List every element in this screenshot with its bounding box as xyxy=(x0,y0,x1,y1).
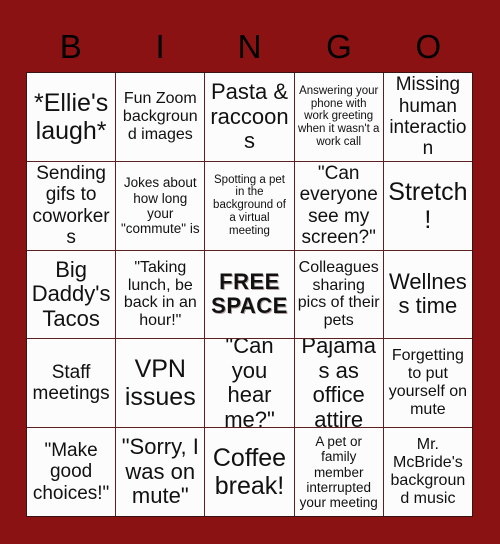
bingo-cell-label: Staff meetings xyxy=(32,362,110,405)
bingo-cell-label: *Ellie's laugh* xyxy=(33,88,109,145)
bingo-cell-label: Missing human interaction xyxy=(389,74,467,160)
bingo-header-letter-i: I xyxy=(155,27,165,65)
bingo-cell[interactable]: Sending gifs to coworkers xyxy=(27,161,116,250)
bingo-cell-label: Jokes about how long your "commute" is xyxy=(120,175,200,236)
bingo-cell[interactable]: Staff meetings xyxy=(27,339,116,428)
bingo-cell-label: Pajamas as office attire xyxy=(301,339,376,428)
bingo-cell[interactable]: Missing human interaction xyxy=(383,73,472,161)
bingo-cell-label: Spotting a pet in the background of a vi… xyxy=(213,173,286,238)
bingo-cell[interactable]: "Sorry, I was on mute" xyxy=(116,428,205,516)
bingo-cell[interactable]: Stretch! xyxy=(383,161,472,250)
bingo-cell-label: Sending gifs to coworkers xyxy=(32,163,110,248)
bingo-cell[interactable]: "Taking lunch, be back in an hour!" xyxy=(116,250,205,339)
bingo-cell[interactable]: VPN issues xyxy=(116,339,205,428)
bingo-cell-label: "Can everyone see my screen?" xyxy=(299,163,378,248)
bingo-cell-label: Coffee break! xyxy=(212,444,287,501)
bingo-cell[interactable]: Spotting a pet in the background of a vi… xyxy=(205,161,294,250)
bingo-header-letter-n: N xyxy=(237,27,262,65)
bingo-cell-label: "Sorry, I was on mute" xyxy=(121,434,199,509)
bingo-cell-label: FREE SPACE xyxy=(211,268,288,319)
bingo-cell[interactable]: "Can everyone see my screen?" xyxy=(294,161,383,250)
bingo-cell-label: Fun Zoom background images xyxy=(122,90,198,143)
bingo-header-letter-o: O xyxy=(415,27,442,65)
bingo-cell-label: Wellness time xyxy=(388,268,467,319)
bingo-cell[interactable]: A pet or family member interrupted your … xyxy=(294,428,383,516)
bingo-cell-label: Stretch! xyxy=(388,177,468,234)
bingo-cell[interactable]: "Make good choices!" xyxy=(27,428,116,516)
bingo-cell-label: Big Daddy's Tacos xyxy=(31,256,111,331)
bingo-cell[interactable]: Colleagues sharing pics of their pets xyxy=(294,250,383,339)
bingo-header-letter-g: G xyxy=(326,27,352,65)
bingo-cell[interactable]: Fun Zoom background images xyxy=(116,73,205,161)
bingo-cell-free-space[interactable]: FREE SPACE xyxy=(205,250,294,339)
bingo-cell-label: Mr. McBride's background music xyxy=(390,436,466,507)
bingo-cell-label: Answering your phone with work greeting … xyxy=(297,84,380,149)
bingo-cell-label: "Can you hear me?" xyxy=(224,339,275,428)
bingo-cell[interactable]: Mr. McBride's background music xyxy=(383,428,472,516)
bingo-cell-label: Pasta & raccoons xyxy=(210,78,289,154)
bingo-cell[interactable]: Coffee break! xyxy=(205,428,294,516)
bingo-cell[interactable]: Wellness time xyxy=(383,250,472,339)
bingo-cell-label: A pet or family member interrupted your … xyxy=(299,434,378,510)
bingo-cell-label: "Taking lunch, be back in an hour!" xyxy=(123,258,197,330)
bingo-cell-label: Forgetting to put yourself on mute xyxy=(388,347,468,419)
bingo-cell[interactable]: Jokes about how long your "commute" is xyxy=(116,161,205,250)
bingo-cell[interactable]: "Can you hear me?" xyxy=(205,339,294,428)
bingo-grid: *Ellie's laugh* Fun Zoom background image… xyxy=(26,72,473,517)
bingo-cell-label: VPN issues xyxy=(124,355,196,412)
bingo-cell[interactable]: Pajamas as office attire xyxy=(294,339,383,428)
bingo-cell[interactable]: *Ellie's laugh* xyxy=(27,73,116,161)
bingo-header-letter-b: B xyxy=(59,27,82,65)
bingo-cell-label: Colleagues sharing pics of their pets xyxy=(297,258,380,330)
bingo-cell[interactable]: Answering your phone with work greeting … xyxy=(294,73,383,161)
bingo-cell[interactable]: Forgetting to put yourself on mute xyxy=(383,339,472,428)
bingo-cell-label: "Make good choices!" xyxy=(32,440,110,504)
bingo-cell[interactable]: Big Daddy's Tacos xyxy=(27,250,116,339)
bingo-cell[interactable]: Pasta & raccoons xyxy=(205,73,294,161)
bingo-header: B I N G O xyxy=(26,22,473,70)
bingo-card: B I N G O *Ellie's laugh* Fun Zoom backgr… xyxy=(0,0,500,544)
